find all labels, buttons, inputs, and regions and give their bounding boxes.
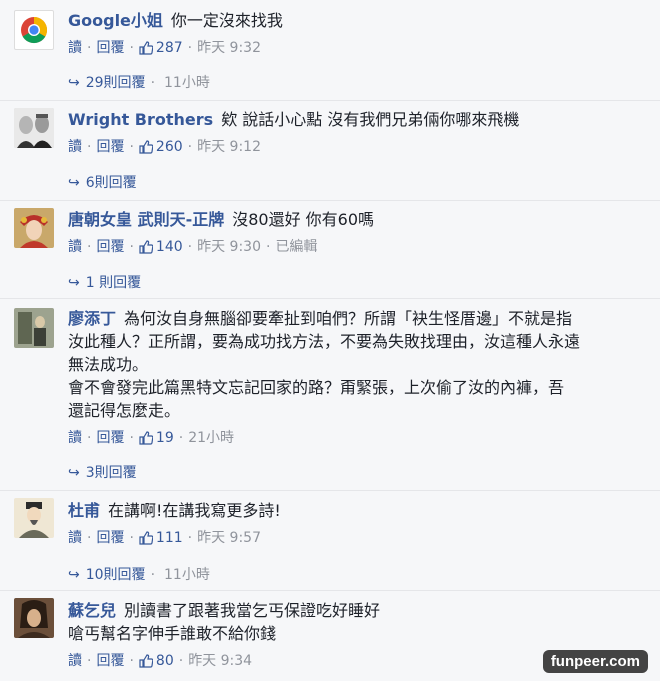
reply-arrow-icon: ↪: [68, 465, 80, 481]
read-link[interactable]: 讀: [68, 430, 82, 446]
chrome-logo-icon: [21, 16, 48, 44]
avatar[interactable]: [14, 10, 54, 50]
comment-actions: 讀 · 回覆 · 19 · 21小時: [68, 430, 235, 446]
reply-link[interactable]: 回覆: [96, 530, 124, 546]
avatar[interactable]: [14, 308, 54, 348]
timestamp[interactable]: 21小時: [188, 430, 234, 446]
divider: [0, 298, 660, 299]
comment-actions: 讀 · 回覆 · 111 · 昨天 9:57: [68, 530, 261, 546]
reply-arrow-icon: ↪: [68, 567, 80, 583]
portrait-icon: [14, 208, 54, 248]
reply-count[interactable]: 10則回覆: [86, 567, 146, 583]
thumbs-up-icon[interactable]: [139, 41, 153, 55]
reply-link[interactable]: 回覆: [96, 40, 124, 56]
comment-author[interactable]: Wright Brothers: [68, 110, 213, 129]
portrait-icon: [14, 598, 54, 638]
comment-author[interactable]: 杜甫: [68, 501, 100, 520]
divider: [0, 490, 660, 491]
like-count: 140: [155, 239, 183, 255]
timestamp[interactable]: 昨天 9:32: [197, 40, 261, 56]
view-replies-link[interactable]: ↪ 6則回覆: [68, 172, 137, 192]
edited-label[interactable]: 已編輯: [275, 239, 317, 255]
reply-arrow-icon: ↪: [68, 275, 80, 291]
thumbs-up-icon[interactable]: [139, 140, 153, 154]
thumbs-up-icon[interactable]: [139, 531, 153, 545]
thumbs-up-icon[interactable]: [139, 654, 153, 668]
divider: [0, 590, 660, 591]
avatar[interactable]: [14, 208, 54, 248]
comment-text: 沒80還好 你有60嗎: [232, 210, 375, 229]
reply-count[interactable]: 29則回覆: [86, 75, 146, 91]
read-link[interactable]: 讀: [68, 239, 82, 255]
read-link[interactable]: 讀: [68, 530, 82, 546]
read-link[interactable]: 讀: [68, 40, 82, 56]
reply-arrow-icon: ↪: [68, 175, 80, 191]
reply-link[interactable]: 回覆: [96, 139, 124, 155]
read-link[interactable]: 讀: [68, 139, 82, 155]
comment-text: 為何汝自身無腦卻要牽扯到咱們？所謂「袂生怪厝邊」不就是指: [124, 309, 573, 328]
reply-link[interactable]: 回覆: [96, 430, 124, 446]
like-count: 111: [155, 530, 183, 546]
portrait-icon: [14, 498, 54, 538]
comment-author[interactable]: 蘇乞兒: [68, 601, 116, 620]
comment-text: 欸 說話小心點 沒有我們兄弟倆你哪來飛機: [221, 110, 520, 129]
like-count: 287: [155, 40, 183, 56]
like-count: 80: [155, 653, 174, 669]
like-count: 19: [155, 430, 174, 446]
comment-author[interactable]: Google小姐: [68, 11, 163, 30]
comment-text: 嗆丐幫名字伸手誰敢不給你錢: [68, 624, 277, 643]
timestamp[interactable]: 昨天 9:34: [188, 653, 252, 669]
avatar[interactable]: [14, 498, 54, 538]
reply-arrow-icon: ↪: [68, 75, 80, 91]
divider: [0, 100, 660, 101]
divider: [0, 200, 660, 201]
comment-actions: 讀 · 回覆 · 260 · 昨天 9:12: [68, 139, 261, 155]
thumbs-up-icon[interactable]: [139, 431, 153, 445]
reply-count[interactable]: 1 則回覆: [86, 275, 141, 291]
read-link[interactable]: 讀: [68, 653, 82, 669]
comment-text: 你一定沒來找我: [170, 11, 283, 30]
comment-text: 會不會發完此篇黑特文忘記回家的路？甭緊張，上次偷了汝的內褲，吾: [68, 378, 565, 397]
portrait-icon: [14, 108, 54, 148]
comment-text: 別讀書了跟著我當乞丐保證吃好睡好: [124, 601, 381, 620]
comment-text: 無法成功。: [68, 355, 149, 374]
reply-count[interactable]: 6則回覆: [86, 175, 137, 191]
comment-text: 在講啊!在講我寫更多詩!: [108, 501, 281, 520]
reply-count[interactable]: 3則回覆: [86, 465, 137, 481]
timestamp[interactable]: 昨天 9:12: [197, 139, 261, 155]
timestamp[interactable]: 昨天 9:57: [197, 530, 261, 546]
view-replies-link[interactable]: ↪ 3則回覆: [68, 462, 137, 482]
like-count: 260: [155, 139, 183, 155]
avatar[interactable]: [14, 598, 54, 638]
comment-author[interactable]: 廖添丁: [68, 309, 116, 328]
thumbs-up-icon[interactable]: [139, 240, 153, 254]
portrait-icon: [14, 308, 54, 348]
comment-text: 還記得怎麼走。: [68, 401, 181, 420]
reply-time: 11小時: [164, 75, 210, 91]
reply-link[interactable]: 回覆: [96, 653, 124, 669]
watermark: funpeer.com: [542, 650, 648, 673]
comment-actions: 讀 · 回覆 · 287 · 昨天 9:32: [68, 40, 261, 56]
timestamp[interactable]: 昨天 9:30: [197, 239, 261, 255]
view-replies-link[interactable]: ↪ 1 則回覆: [68, 272, 141, 292]
comment-actions: 讀 · 回覆 · 140 · 昨天 9:30 · 已編輯: [68, 239, 318, 255]
view-replies-link[interactable]: ↪ 10則回覆 · 11小時: [68, 564, 210, 584]
comment-author[interactable]: 唐朝女皇 武則天-正牌: [68, 210, 224, 229]
reply-link[interactable]: 回覆: [96, 239, 124, 255]
reply-time: 11小時: [164, 567, 210, 583]
comment-text: 汝此種人？正所謂，要為成功找方法，不要為失敗找理由，汝這種人永遠: [68, 332, 581, 351]
avatar[interactable]: [14, 108, 54, 148]
view-replies-link[interactable]: ↪ 29則回覆 · 11小時: [68, 72, 210, 92]
